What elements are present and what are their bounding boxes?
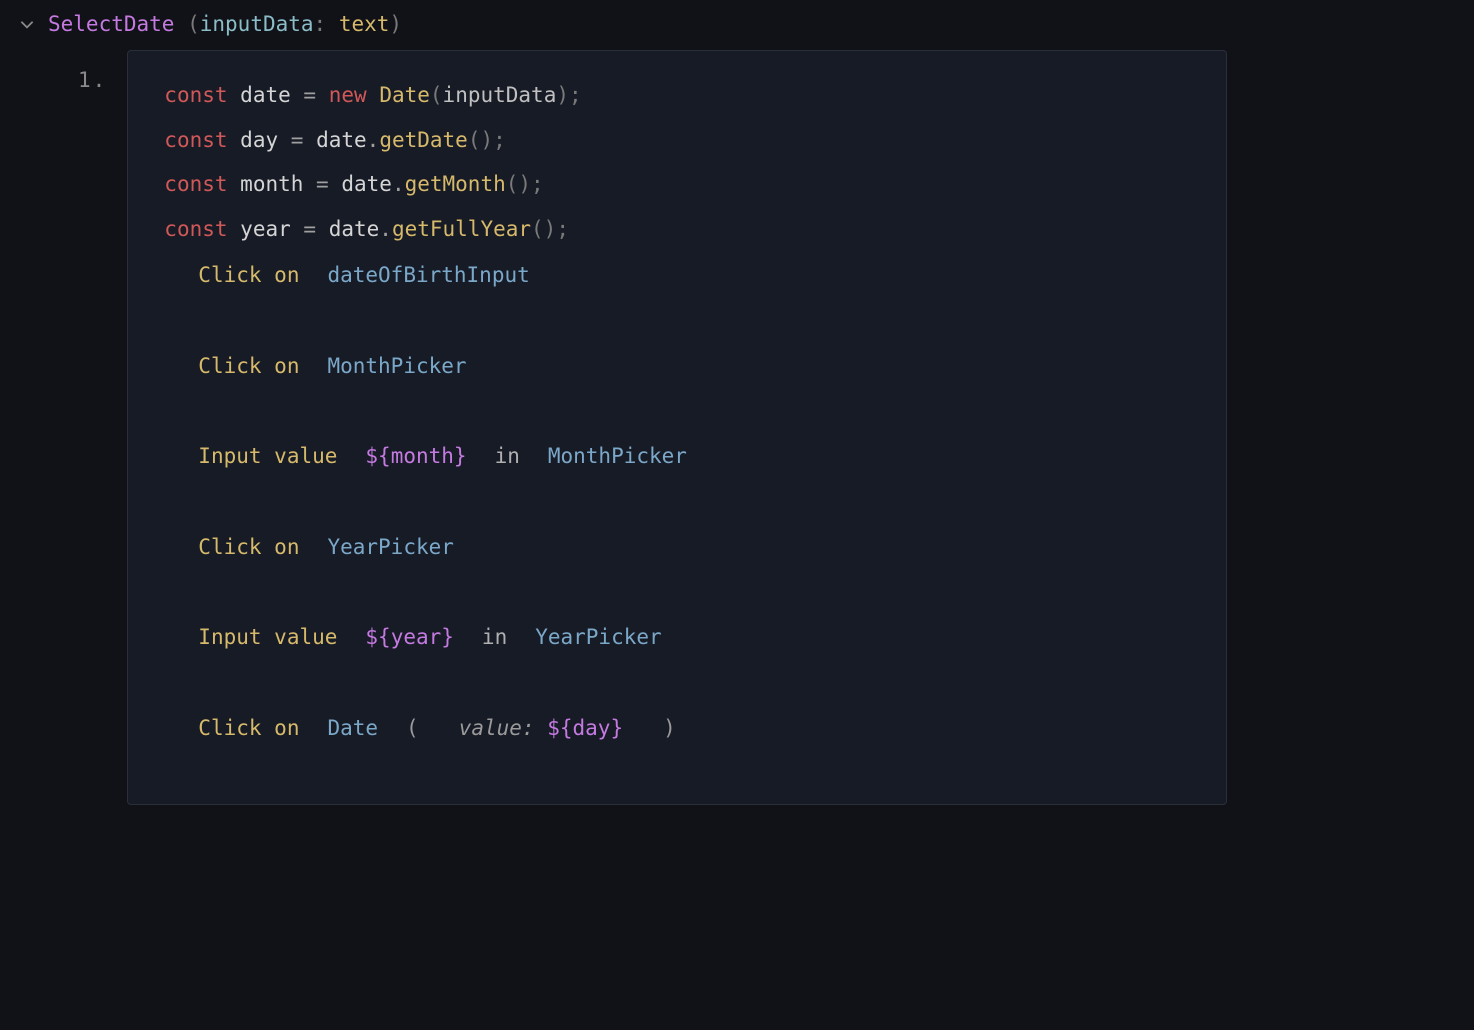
command-line: Click ondateOfBirthInput [164, 259, 1190, 292]
step-row: 1. const date = new Date(inputData); con… [78, 50, 1456, 805]
command-line: Click onDate(value: ${day}) [164, 712, 1190, 745]
param-name: inputData [200, 12, 314, 36]
collapse-chevron-icon[interactable] [18, 15, 36, 33]
code-line: const month = date.getMonth(); [164, 168, 1190, 201]
function-header: SelectDate (inputData: text) [18, 12, 1456, 36]
function-name: SelectDate [48, 12, 174, 36]
command-line: Input value${year}inYearPicker [164, 621, 1190, 654]
step-number: 1. [78, 50, 107, 92]
param-type: text [339, 12, 390, 36]
command-line: Input value${month}inMonthPicker [164, 440, 1190, 473]
paren-open: ( [187, 12, 200, 36]
paren-close: ) [389, 12, 402, 36]
code-line: const year = date.getFullYear(); [164, 213, 1190, 246]
command-line: Click onMonthPicker [164, 350, 1190, 383]
code-line: const day = date.getDate(); [164, 124, 1190, 157]
command-line: Click onYearPicker [164, 531, 1190, 564]
arg-label: value: [459, 716, 535, 740]
code-block[interactable]: const date = new Date(inputData); const … [127, 50, 1227, 805]
code-line: const date = new Date(inputData); [164, 79, 1190, 112]
function-signature: SelectDate (inputData: text) [48, 12, 402, 36]
